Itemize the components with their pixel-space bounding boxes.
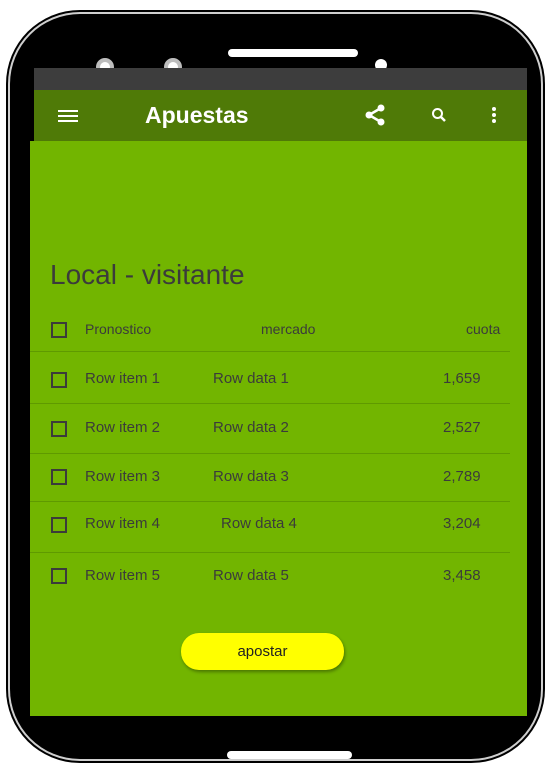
row-item: Row item 4 (85, 515, 161, 532)
header-cuota: cuota (466, 321, 501, 337)
table-row[interactable]: Row item 1 Row data 1 1,659 (30, 358, 510, 402)
row-checkbox[interactable] (51, 517, 67, 533)
table-row[interactable]: Row item 3 Row data 3 2,789 (30, 455, 510, 499)
main-content: Local - visitante Pronostico mercado cuo… (30, 141, 527, 716)
header-pronostico: Pronostico (85, 321, 152, 337)
select-all-checkbox[interactable] (51, 322, 67, 338)
table-row[interactable]: Row item 4 Row data 4 3,204 (30, 503, 510, 547)
earpiece-speaker (228, 49, 358, 57)
row-cuota: 3,204 (443, 515, 481, 532)
divider (30, 403, 510, 404)
row-item: Row item 2 (85, 419, 161, 436)
row-checkbox[interactable] (51, 568, 67, 584)
row-data: Row data 4 (221, 515, 297, 532)
home-indicator (227, 751, 352, 759)
table-header: Pronostico mercado cuota (30, 311, 510, 355)
divider (30, 501, 510, 502)
row-data: Row data 3 (213, 468, 289, 485)
table-row[interactable]: Row item 2 Row data 2 2,527 (30, 407, 510, 451)
row-data: Row data 5 (213, 567, 289, 584)
row-cuota: 1,659 (443, 370, 481, 387)
table-row[interactable]: Row item 5 Row data 5 3,458 (30, 554, 510, 598)
divider (30, 552, 510, 553)
row-data: Row data 1 (213, 370, 289, 387)
search-icon[interactable] (431, 107, 447, 123)
row-cuota: 2,789 (443, 468, 481, 485)
share-icon[interactable] (364, 104, 386, 126)
apostar-button[interactable]: apostar (181, 633, 344, 670)
more-vert-icon[interactable] (491, 106, 497, 124)
row-item: Row item 1 (85, 370, 161, 387)
row-item: Row item 3 (85, 468, 161, 485)
row-data: Row data 2 (213, 419, 289, 436)
divider (30, 351, 510, 352)
status-bar (34, 68, 527, 90)
row-cuota: 3,458 (443, 567, 481, 584)
row-checkbox[interactable] (51, 469, 67, 485)
row-checkbox[interactable] (51, 421, 67, 437)
app-title: Apuestas (145, 102, 249, 128)
header-mercado: mercado (261, 321, 316, 337)
app-toolbar: Apuestas (34, 90, 527, 141)
row-item: Row item 5 (85, 567, 161, 584)
row-checkbox[interactable] (51, 372, 67, 388)
menu-icon[interactable] (58, 110, 78, 122)
divider (30, 453, 510, 454)
match-title: Local - visitante (50, 259, 245, 290)
row-cuota: 2,527 (443, 419, 481, 436)
